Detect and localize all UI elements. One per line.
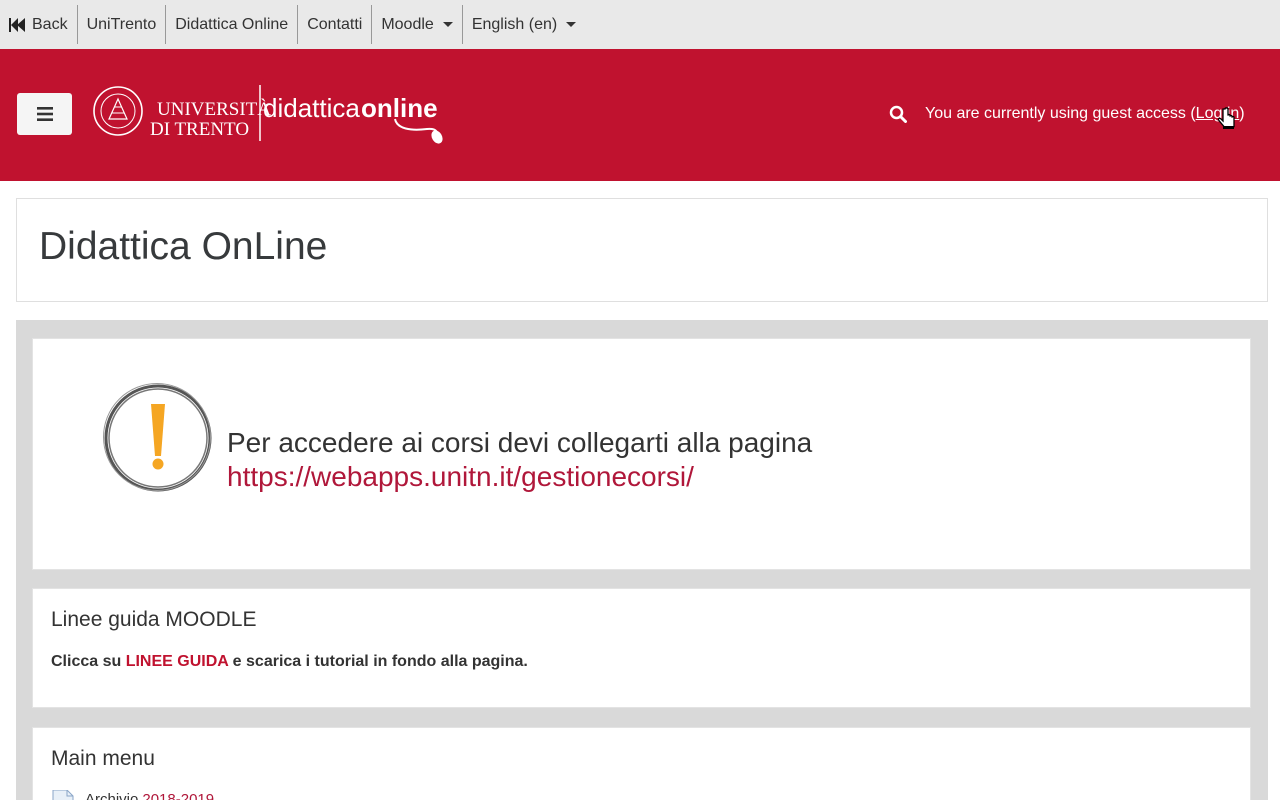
guidelines-text: Clicca su LINEE GUIDA e scarica i tutori… (51, 653, 528, 671)
gestionecorsi-link[interactable]: https://webapps.unitn.it/gestionecorsi/ (227, 460, 812, 494)
guest-prefix: You are currently using guest access ( (925, 105, 1196, 122)
svg-text:DI TRENTO: DI TRENTO (150, 119, 249, 140)
contatti-link[interactable]: Contatti (298, 5, 373, 44)
caret-down-icon (566, 22, 577, 27)
back-link[interactable]: Back (0, 5, 78, 44)
hamburger-icon (36, 107, 53, 121)
moodle-dropdown[interactable]: Moodle (372, 5, 463, 44)
access-notice-card: Per accedere ai corsi devi collegarti al… (32, 338, 1251, 570)
linee-guida-link[interactable]: LINEE GUIDA (126, 653, 229, 670)
document-icon (52, 790, 74, 800)
main-menu-title: Main menu (51, 747, 155, 770)
fast-backward-icon (9, 17, 25, 32)
didattica-online-label: Didattica Online (175, 15, 289, 33)
notice-line: Per accedere ai corsi devi collegarti al… (227, 427, 813, 458)
svg-text:UNIVERSITÀ: UNIVERSITÀ (157, 98, 271, 120)
guest-suffix: ) (1239, 105, 1245, 122)
unitn-didattica-online-logo[interactable]: UNIVERSITÀ DI TRENTO didattica online (93, 85, 445, 145)
hand-cursor-icon (1217, 107, 1235, 129)
page-header-card: Didattica OnLine (16, 198, 1268, 302)
caret-down-icon (442, 22, 453, 27)
language-dropdown[interactable]: English (en) (463, 5, 585, 44)
didattica-online-link[interactable]: Didattica Online (166, 5, 299, 44)
exclamation-circle-icon (103, 383, 212, 492)
menu-item-link[interactable]: 2018-2019 (142, 791, 214, 800)
language-label: English (en) (471, 15, 558, 33)
moodle-label: Moodle (381, 15, 434, 33)
contatti-label: Contatti (307, 15, 363, 33)
unitrento-label: UniTrento (86, 15, 157, 33)
site-header: UNIVERSITÀ DI TRENTO didattica online Yo… (0, 49, 1280, 181)
guest-access-notice: You are currently using guest access (Lo… (925, 105, 1245, 123)
guidelines-pre: Clicca su (51, 653, 126, 670)
top-navbar: Back UniTrento Didattica Online Contatti… (0, 0, 1280, 49)
main-menu-block: Main menu Archivio 2018-2019 (32, 727, 1251, 800)
guidelines-title: Linee guida MOODLE (51, 608, 257, 631)
search-icon[interactable] (889, 105, 907, 123)
main-menu-item[interactable]: Archivio 2018-2019 (51, 790, 214, 800)
drawer-toggle-button[interactable] (17, 93, 72, 135)
guidelines-block: Linee guida MOODLE Clicca su LINEE GUIDA… (32, 588, 1251, 708)
notice-text: Per accedere ai corsi devi collegarti al… (227, 426, 812, 494)
menu-item-prefix: Archivio (85, 790, 139, 800)
guidelines-post: e scarica i tutorial in fondo alla pagin… (228, 653, 528, 670)
svg-text:didattica: didattica (263, 93, 360, 123)
back-label: Back (32, 15, 68, 33)
unitrento-link[interactable]: UniTrento (78, 5, 167, 44)
svg-text:online: online (361, 93, 438, 123)
page-title: Didattica OnLine (39, 225, 328, 268)
